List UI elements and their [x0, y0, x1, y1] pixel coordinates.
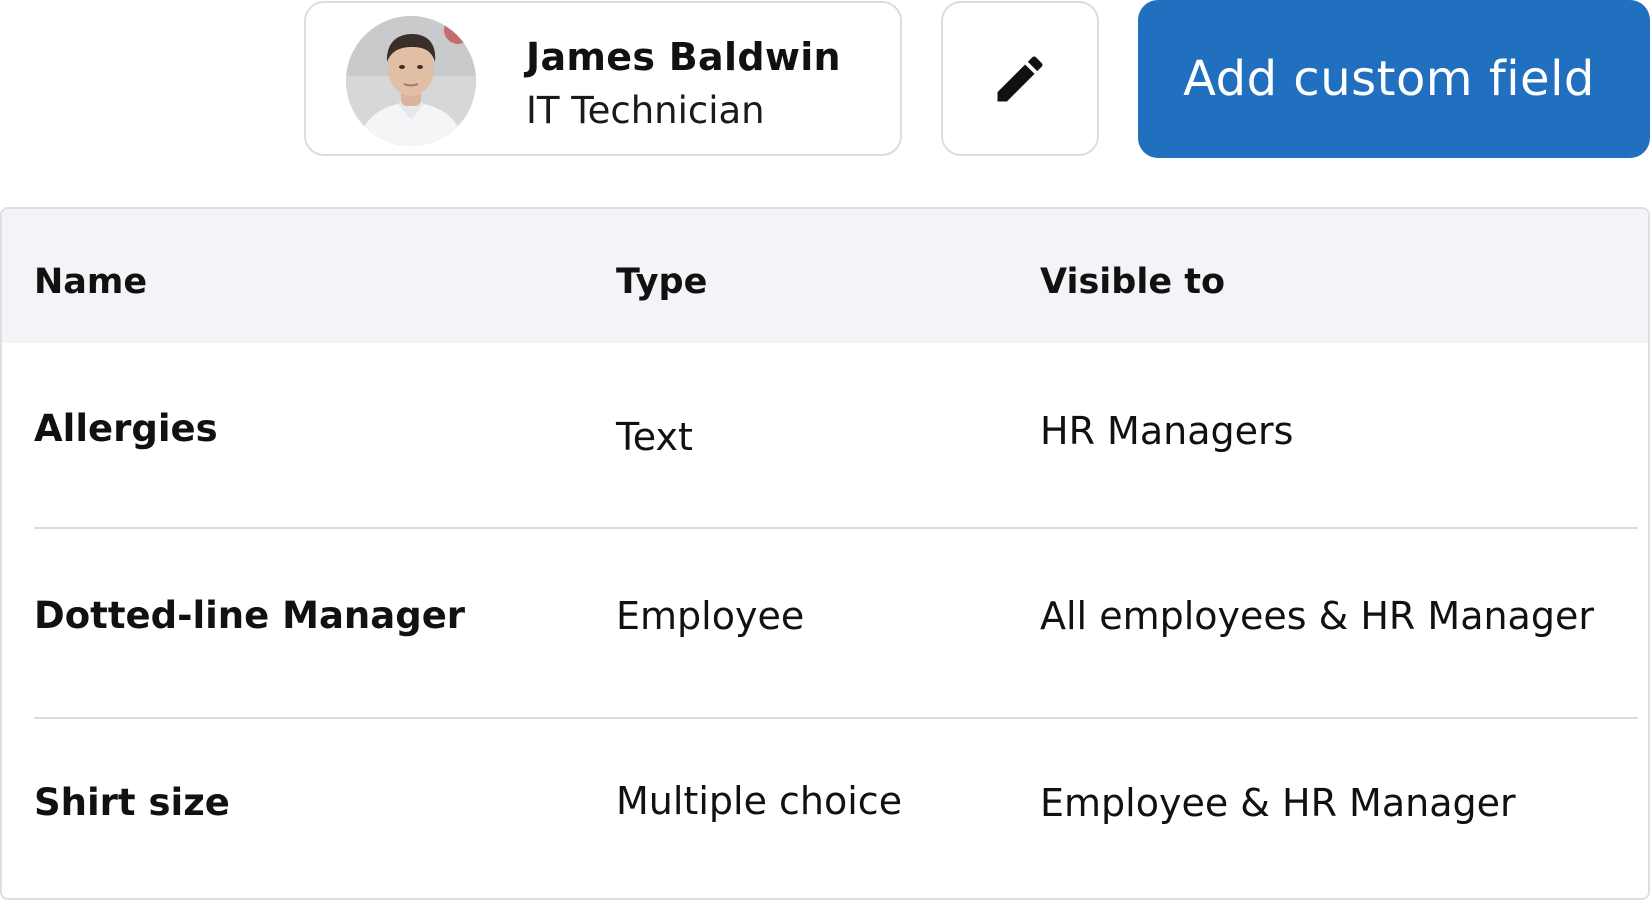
- profile-name: James Baldwin: [526, 35, 841, 79]
- field-visibility: All employees & HR Manager: [1040, 594, 1594, 638]
- profile-card[interactable]: James Baldwin IT Technician: [304, 1, 902, 156]
- profile-role: IT Technician: [526, 89, 765, 132]
- person-avatar-icon: [346, 16, 476, 146]
- column-header-visible-to[interactable]: Visible to: [1040, 262, 1225, 302]
- table-row[interactable]: Allergies Text HR Managers: [2, 343, 1648, 529]
- field-name: Dotted-line Manager: [34, 594, 466, 637]
- column-header-type[interactable]: Type: [616, 262, 707, 302]
- field-type: Text: [616, 415, 693, 459]
- field-visibility: Employee & HR Manager: [1040, 781, 1516, 825]
- field-type: Employee: [616, 594, 805, 638]
- field-name: Allergies: [34, 407, 218, 450]
- edit-button[interactable]: [941, 1, 1099, 156]
- pencil-icon: [997, 55, 1043, 101]
- table-row[interactable]: Dotted-line Manager Employee All employe…: [2, 529, 1648, 719]
- table-row[interactable]: Shirt size Multiple choice Employee & HR…: [2, 719, 1648, 898]
- field-name: Shirt size: [34, 781, 230, 824]
- custom-fields-table: Name Type Visible to Allergies Text HR M…: [0, 207, 1650, 900]
- add-custom-field-button[interactable]: Add custom field: [1138, 0, 1650, 158]
- table-header: Name Type Visible to: [2, 209, 1648, 343]
- column-header-name[interactable]: Name: [34, 262, 147, 302]
- field-type: Multiple choice: [616, 779, 903, 823]
- avatar: [346, 16, 476, 146]
- field-visibility: HR Managers: [1040, 409, 1294, 453]
